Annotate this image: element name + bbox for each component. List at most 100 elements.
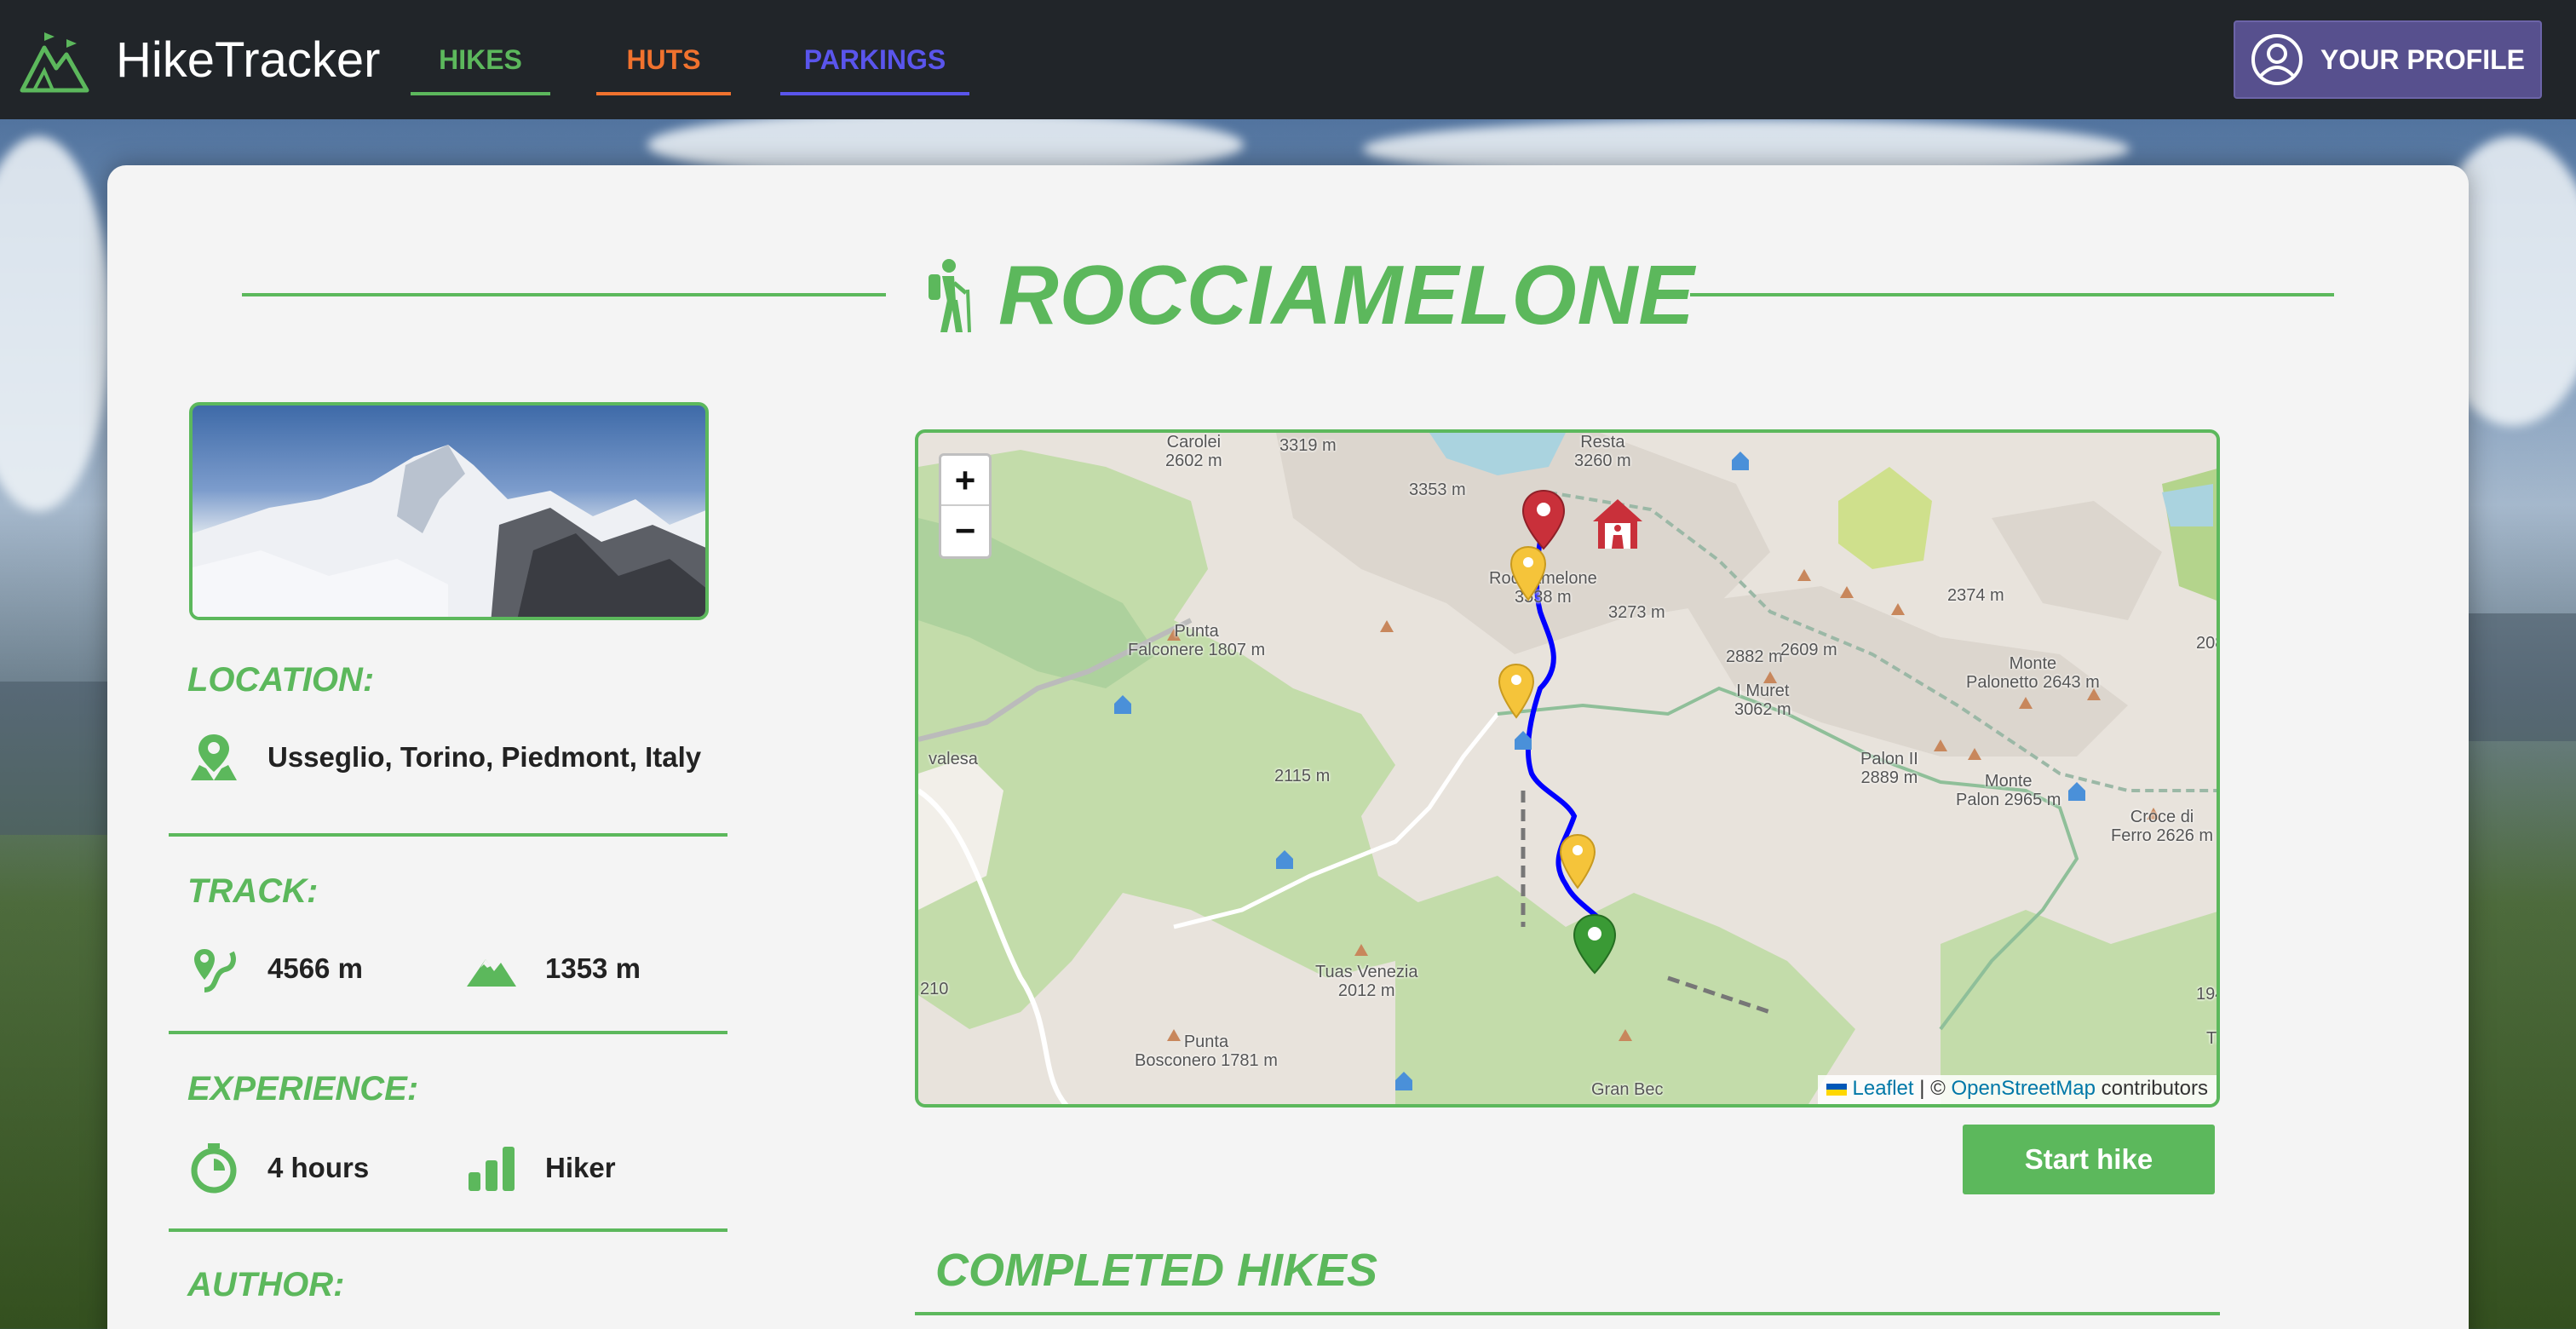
reference-point-marker-icon[interactable] — [1559, 833, 1596, 889]
location-heading: LOCATION: — [187, 661, 375, 699]
map-label-name: Gran Bec — [1591, 1080, 1664, 1099]
end-point-marker-icon[interactable] — [1521, 489, 1566, 550]
title-row: ROCCIAMELONE — [107, 247, 2469, 342]
map-label-name: valesa — [929, 750, 978, 768]
ukraine-flag-icon — [1826, 1083, 1847, 1096]
leaflet-link[interactable]: Leaflet — [1853, 1077, 1914, 1100]
map-label: 3353 m — [1409, 480, 1466, 499]
route-icon — [194, 949, 236, 992]
page-title: ROCCIAMELONE — [998, 248, 1695, 342]
reference-point-marker-icon[interactable] — [1498, 663, 1535, 719]
map-label-elevation: 3062 m — [1734, 700, 1791, 719]
section-divider — [169, 1031, 727, 1034]
map-label-name: Monte — [2009, 654, 2057, 673]
map-label-name: 3273 m — [1608, 603, 1665, 622]
map-pin-icon — [191, 734, 237, 780]
reference-point-marker-icon[interactable] — [1509, 545, 1547, 601]
experience-heading: EXPERIENCE: — [187, 1070, 419, 1108]
map-label-name: 2374 m — [1947, 586, 2004, 605]
map-label-name: 2882 m — [1726, 647, 1783, 666]
map-label-name: 2115 m — [1274, 767, 1331, 785]
user-circle-icon — [2251, 34, 2303, 85]
mountain-icon — [467, 959, 516, 987]
hike-map[interactable]: Carolei 2602 m 3319 m Resta 3260 m 3353 m Rocc… — [915, 429, 2220, 1108]
map-label-elevation: 3260 m — [1574, 452, 1631, 470]
map-label: 210 — [920, 980, 948, 998]
map-label-name: Croce di — [2130, 808, 2194, 826]
map-label-elevation: 2602 m — [1165, 452, 1222, 470]
map-label-name: 3319 m — [1279, 436, 1337, 455]
section-divider — [169, 833, 727, 837]
location-row: Usseglio, Torino, Piedmont, Italy — [187, 731, 701, 784]
map-label: 194 — [2196, 985, 2217, 1004]
hike-detail-card: ROCCIAMELONE LOCATION: Usseglio, Torino,… — [107, 165, 2469, 1329]
length-row: 4566 m — [187, 942, 363, 995]
map-label: Punta Bosconero 1781 m — [1135, 1033, 1278, 1070]
hike-photo — [189, 402, 709, 620]
map-label-elevation: Ferro 2626 m — [2111, 826, 2214, 845]
profile-label: YOUR PROFILE — [2320, 43, 2525, 75]
start-hike-button[interactable]: Start hike — [1963, 1125, 2215, 1194]
map-label-name: 210 — [920, 980, 949, 998]
map-label: 2374 m — [1947, 586, 2004, 605]
map-label-name: Punta — [1174, 622, 1219, 641]
length-value: 4566 m — [267, 952, 363, 984]
map-attribution: Leaflet | © OpenStreetMap contributors — [1817, 1075, 2217, 1104]
completed-hikes-heading: COMPLETED HIKES — [935, 1245, 1378, 1296]
map-label: I Muret 3062 m — [1734, 682, 1791, 719]
map-label: Monte Palonetto 2643 m — [1966, 654, 2100, 692]
section-divider — [169, 1228, 727, 1232]
map-label: 3273 m — [1608, 603, 1665, 622]
map-label: Croce di Ferro 2626 m — [2111, 808, 2213, 845]
map-label-elevation: Bosconero 1781 m — [1135, 1051, 1278, 1070]
signal-bars-icon — [469, 1147, 515, 1191]
map-label-elevation: 2889 m — [1860, 768, 1918, 787]
map-tiles — [918, 433, 2217, 1104]
zoom-in-button[interactable]: + — [941, 456, 989, 506]
hut-marker-icon[interactable] — [1590, 496, 1646, 552]
map-label: Monte Palon 2965 m — [1956, 772, 2061, 809]
map-label: 2115 m — [1274, 767, 1330, 785]
map-label-elevation: 2012 m — [1337, 981, 1395, 1000]
map-label: Tr — [2206, 1029, 2217, 1048]
your-profile-button[interactable]: YOUR PROFILE — [2234, 20, 2542, 99]
map-label-name: I Muret — [1736, 682, 1790, 700]
map-label: Palon II 2889 m — [1860, 750, 1918, 787]
map-label-name: Tr — [2206, 1029, 2217, 1048]
map-label-name: 3353 m — [1409, 480, 1466, 499]
map-label: 2882 m — [1726, 647, 1783, 666]
map-label-name: 194 — [2196, 985, 2217, 1004]
map-label: 2609 m — [1780, 641, 1837, 659]
map-label-name: Resta — [1580, 433, 1625, 452]
nav-hikes[interactable]: HIKES — [411, 41, 550, 95]
attribution-suffix: contributors — [2095, 1077, 2208, 1100]
map-label: Gran Bec — [1591, 1080, 1663, 1099]
start-point-marker-icon[interactable] — [1573, 913, 1617, 975]
map-label: Tuas Venezia 2012 m — [1315, 963, 1417, 1000]
ascent-row: 1353 m — [465, 942, 641, 995]
map-label-elevation: Palon 2965 m — [1956, 791, 2061, 809]
nav-huts[interactable]: HUTS — [596, 41, 731, 95]
nav-parkings[interactable]: PARKINGS — [780, 41, 969, 95]
map-label-elevation: Palonetto 2643 m — [1966, 673, 2100, 692]
brand[interactable]: HikeTracker — [19, 24, 380, 95]
map-label: 2084 — [2196, 634, 2217, 653]
author-heading: AUTHOR: — [187, 1266, 345, 1303]
zoom-control: + − — [939, 453, 992, 559]
map-label: Resta 3260 m — [1574, 433, 1631, 470]
difficulty-row: Hiker — [465, 1142, 616, 1194]
map-label: valesa — [929, 750, 978, 768]
hiker-icon — [929, 258, 971, 332]
map-label: Punta Falconere 1807 m — [1128, 622, 1265, 659]
duration-row: 4 hours — [187, 1142, 369, 1194]
title-divider-left — [242, 293, 886, 296]
zoom-out-button[interactable]: − — [941, 506, 989, 556]
map-label-name: 2084 — [2196, 634, 2217, 653]
map-label-name: Tuas Venezia — [1315, 963, 1418, 981]
osm-link[interactable]: OpenStreetMap — [1952, 1077, 2096, 1100]
completed-divider — [915, 1312, 2220, 1315]
duration-value: 4 hours — [267, 1152, 370, 1183]
map-label: 3319 m — [1279, 436, 1337, 455]
map-label-name: Carolei — [1166, 433, 1222, 452]
attribution-separator: | © — [1913, 1077, 1952, 1100]
